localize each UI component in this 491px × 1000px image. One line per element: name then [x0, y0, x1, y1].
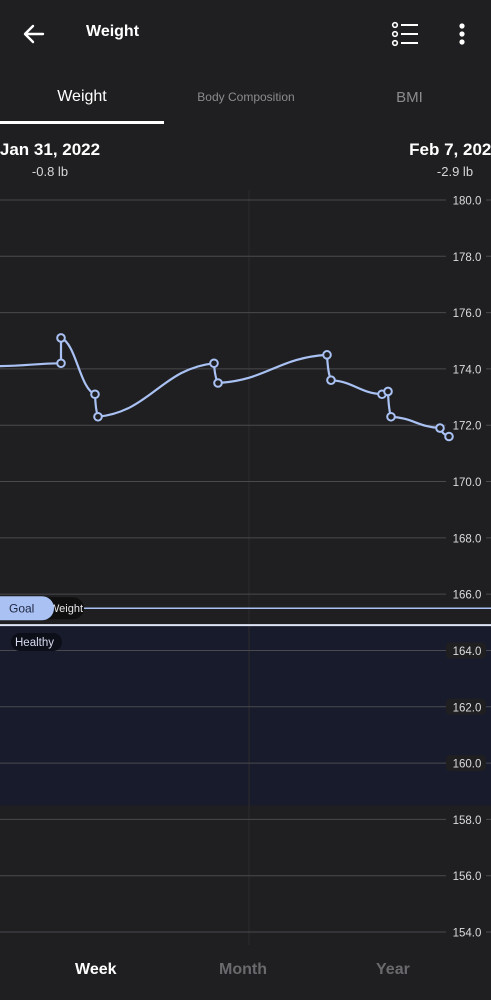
- y-tick-label: 172.0: [453, 421, 482, 433]
- y-tick-label: 156.0: [453, 871, 482, 883]
- data-point[interactable]: [322, 350, 332, 360]
- date-label: Feb 7, 2022: [409, 140, 491, 159]
- data-point[interactable]: [93, 411, 103, 422]
- data-point[interactable]: [90, 389, 100, 400]
- data-point[interactable]: [435, 423, 445, 433]
- y-tick-label: 180.0: [453, 196, 482, 208]
- y-tick-label: 154.0: [453, 928, 482, 940]
- data-point[interactable]: [326, 375, 336, 385]
- y-tick-label: 178.0: [453, 252, 482, 264]
- y-tick-label: 168.0: [453, 533, 482, 545]
- healthy-label: Healthy: [15, 637, 54, 649]
- tab-bar: Weight Body Composition BMI: [0, 72, 491, 124]
- data-point[interactable]: [386, 411, 396, 422]
- arrow-left-icon[interactable]: [20, 20, 48, 48]
- weight-change: -2.9 lb: [436, 164, 474, 179]
- app-bar: Weight: [0, 0, 491, 68]
- range-month-button[interactable]: Month: [219, 961, 267, 979]
- range-year-button[interactable]: Year: [376, 961, 410, 979]
- tab-bmi[interactable]: BMI: [328, 72, 491, 122]
- y-tick-label: 164.0: [453, 646, 482, 658]
- data-point[interactable]: [56, 333, 66, 343]
- page-title: Weight: [86, 23, 140, 40]
- date-label: Jan 31, 2022: [0, 140, 101, 159]
- range-week-button[interactable]: Week: [75, 961, 117, 979]
- data-point[interactable]: [213, 378, 223, 388]
- y-tick-label: 158.0: [453, 815, 482, 827]
- data-point[interactable]: [209, 358, 219, 369]
- tab-weight[interactable]: Weight: [0, 72, 164, 122]
- y-tick-label: 166.0: [453, 590, 482, 602]
- healthy-range-band: [0, 625, 491, 806]
- y-tick-label: 162.0: [453, 702, 482, 714]
- tab-body-composition[interactable]: Body Composition: [164, 72, 328, 122]
- date-column[interactable]: Feb 7, 2022 -2.9 lb: [385, 140, 491, 179]
- y-tick-label: 160.0: [453, 759, 482, 771]
- list-icon[interactable]: [390, 19, 420, 49]
- date-header: Jan 31, 2022 -0.8 lb Feb 7, 2022 -2.9 lb: [0, 140, 491, 190]
- active-tab-indicator: [0, 121, 164, 124]
- more-vertical-icon[interactable]: [450, 20, 474, 48]
- date-column[interactable]: Jan 31, 2022 -0.8 lb: [0, 140, 120, 179]
- goal-type-label: Weight: [49, 603, 83, 615]
- y-tick-label: 170.0: [453, 477, 482, 489]
- weight-series-line: [0, 336, 450, 438]
- y-tick-label: 174.0: [453, 364, 482, 376]
- data-point[interactable]: [383, 386, 393, 397]
- weight-chart[interactable]: 180.0 178.0 176.0 174.0 172.0 170.0 168.0 166.0…: [0, 190, 491, 945]
- range-selector: Week Month Year: [0, 945, 491, 1000]
- weight-change: -0.8 lb: [31, 164, 69, 179]
- data-point[interactable]: [444, 431, 454, 442]
- goal-label: Goal: [9, 602, 34, 616]
- data-point[interactable]: [56, 358, 66, 369]
- y-tick-label: 176.0: [453, 308, 482, 320]
